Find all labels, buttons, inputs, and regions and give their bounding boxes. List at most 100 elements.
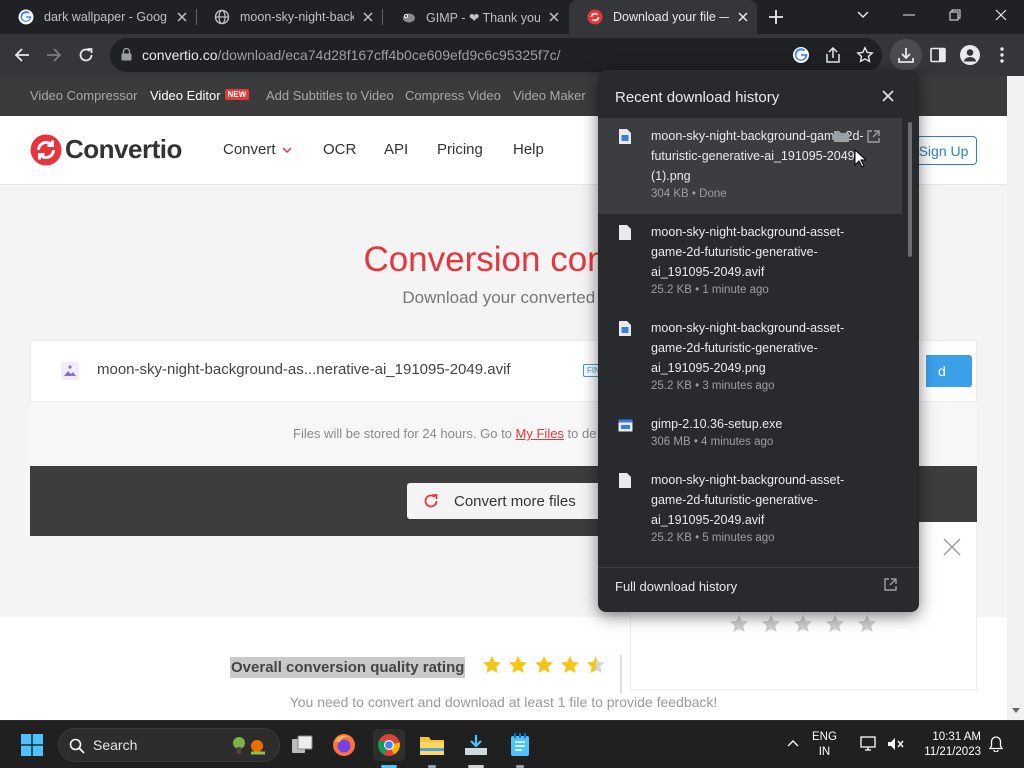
new-tab-icon[interactable] (767, 8, 785, 26)
download-meta: 25.2 KB • 1 minute ago (651, 284, 769, 296)
star-icon[interactable] (761, 614, 781, 634)
close-icon[interactable] (943, 538, 961, 556)
star-icon[interactable] (857, 614, 877, 634)
close-tab-icon[interactable] (729, 12, 757, 22)
tab-moon-sky[interactable]: moon-sky-night-backg (196, 0, 382, 34)
topnav-video-compressor[interactable]: Video Compressor (30, 88, 137, 103)
share-icon[interactable] (824, 46, 842, 64)
download-item[interactable]: moon-sky-night-background-asset-game-2d-… (598, 214, 902, 310)
minimize-icon[interactable] (886, 0, 932, 30)
windows-start-icon[interactable] (16, 729, 48, 761)
language-indicator[interactable]: ENG IN (812, 730, 837, 760)
volume-muted-icon[interactable] (887, 737, 905, 751)
clock-time: 10:31 AM (932, 731, 981, 743)
open-external-icon[interactable] (884, 578, 897, 591)
nav-api[interactable]: API (384, 141, 408, 158)
firefox-icon[interactable] (328, 729, 360, 761)
tab-download-your-file[interactable]: Download your file — (569, 0, 757, 34)
forward-icon[interactable] (38, 39, 70, 71)
close-window-icon[interactable] (978, 0, 1024, 30)
topnav-video-editor[interactable]: Video Editor NEW (150, 88, 250, 103)
page-scrollbar[interactable] (1007, 76, 1024, 720)
divider (598, 567, 919, 568)
topnav-add-subtitles[interactable]: Add Subtitles to Video (266, 88, 394, 103)
mouse-cursor-icon (854, 149, 866, 168)
downloads-folder-icon[interactable] (460, 729, 492, 761)
chrome-icon[interactable] (373, 729, 405, 761)
download-item[interactable]: moon-sky-night-background-asset-game-2d-… (598, 310, 902, 406)
nav-convert[interactable]: Convert (223, 141, 292, 158)
brand-name[interactable]: Convertio (65, 134, 182, 165)
new-badge: NEW (224, 89, 250, 100)
profile-avatar-icon[interactable] (954, 39, 986, 71)
full-download-history-link[interactable]: Full download history (615, 579, 737, 594)
nav-pricing[interactable]: Pricing (437, 141, 483, 158)
star-icon[interactable] (729, 614, 749, 634)
download-list-scrollbar[interactable] (908, 122, 912, 257)
open-external-icon[interactable] (867, 130, 880, 143)
search-highlight-icon (227, 734, 271, 756)
task-view-icon[interactable] (286, 729, 318, 761)
reload-icon[interactable] (70, 39, 102, 71)
restore-icon[interactable] (932, 0, 978, 30)
nav-ocr[interactable]: OCR (323, 141, 356, 158)
tab-title: Download your file — (613, 10, 729, 24)
convertio-logo-icon[interactable] (30, 134, 62, 166)
download-item[interactable]: moon-sky-night-background-asset-game-2d-… (598, 462, 902, 558)
close-tab-icon[interactable] (354, 12, 382, 22)
topnav-compress-video[interactable]: Compress Video (405, 88, 501, 103)
side-panel-icon[interactable] (922, 39, 954, 71)
chevron-up-icon[interactable] (787, 740, 799, 747)
star-icon (560, 655, 580, 675)
storage-text-after: to de (563, 426, 597, 441)
bookmark-star-icon[interactable] (856, 46, 874, 64)
close-tab-icon[interactable] (168, 12, 196, 22)
download-file-name: moon-sky-night-background-asset-game-2d-… (651, 473, 845, 527)
download-button[interactable]: d (926, 355, 972, 387)
convert-more-label: Convert more files (454, 492, 576, 510)
tab-gimp[interactable]: GIMP - ❤ Thank you (382, 0, 568, 34)
topnav-label: Video Editor (150, 88, 221, 103)
scroll-down-arrow-icon[interactable] (1012, 708, 1020, 713)
network-icon[interactable] (860, 736, 878, 752)
image-file-icon (619, 321, 631, 336)
topnav-video-maker[interactable]: Video Maker (513, 88, 586, 103)
convert-more-button[interactable]: Convert more files (407, 483, 617, 519)
file-explorer-icon[interactable] (416, 729, 448, 761)
sign-up-button[interactable]: Sign Up (910, 136, 977, 165)
download-item[interactable]: gimp-2.10.36-setup.exe 306 MB • 4 minute… (598, 406, 902, 462)
reload-icon (423, 493, 439, 509)
exe-file-icon (618, 419, 633, 432)
my-files-link[interactable]: My Files (516, 426, 564, 441)
chevron-down-icon (282, 146, 292, 153)
menu-kebab-icon[interactable] (986, 39, 1018, 71)
star-icon (508, 655, 528, 675)
download-file-name: gimp-2.10.36-setup.exe (651, 417, 783, 431)
tab-search-icon[interactable] (840, 0, 886, 30)
downloads-icon[interactable] (890, 39, 922, 71)
google-lens-icon[interactable] (792, 46, 810, 64)
close-icon[interactable] (882, 90, 894, 102)
url-host: convertio.co (142, 47, 218, 63)
convertio-icon (587, 9, 603, 25)
folder-icon[interactable] (834, 130, 849, 142)
notepad-icon[interactable] (504, 729, 536, 761)
notification-bell-icon[interactable] (989, 736, 1003, 752)
address-bar[interactable]: convertio.co/download/eca74d28f167cff4b0… (110, 38, 882, 72)
download-meta: 306 MB • 4 minutes ago (651, 436, 774, 448)
tab-dark-wallpaper[interactable]: dark wallpaper - Goog (0, 0, 196, 34)
half-star-icon (586, 655, 606, 675)
taskbar-search[interactable]: Search (58, 728, 280, 762)
system-clock[interactable]: 10:31 AM 11/21/2023 (915, 730, 981, 760)
star-icon[interactable] (793, 614, 813, 634)
feedback-stars (729, 614, 877, 634)
download-history-bubble: Recent download history moon-sky-night-b… (598, 70, 919, 612)
close-tab-icon[interactable] (540, 12, 568, 22)
lock-icon[interactable] (121, 48, 132, 61)
nav-help[interactable]: Help (513, 141, 544, 158)
file-name: moon-sky-night-background-as...nerative-… (97, 361, 511, 378)
url-text: convertio.co/download/eca74d28f167cff4b0… (142, 47, 561, 63)
download-meta: 25.2 KB • 3 minutes ago (651, 380, 775, 392)
star-icon[interactable] (825, 614, 845, 634)
back-icon[interactable] (6, 39, 38, 71)
